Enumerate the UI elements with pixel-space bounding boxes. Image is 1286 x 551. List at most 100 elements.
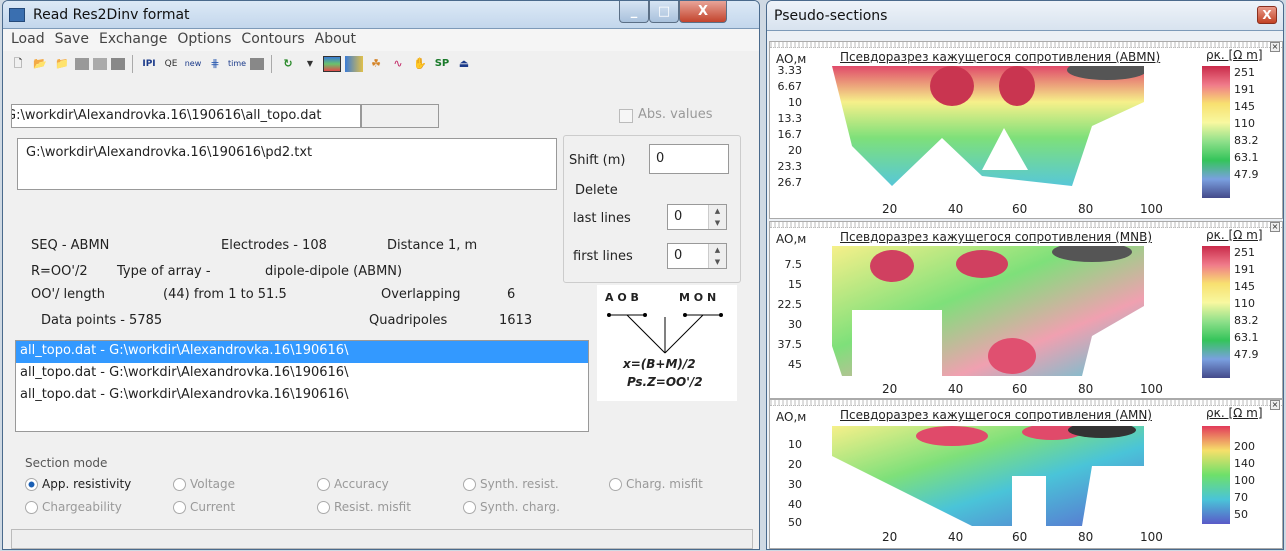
ipi-icon[interactable]: IPI bbox=[140, 56, 158, 72]
last-lines-value: 0 bbox=[674, 209, 683, 224]
color-scale-bar bbox=[1202, 426, 1230, 524]
exit-icon[interactable]: ⏏ bbox=[455, 56, 473, 72]
radio-chargeability[interactable]: Chargeability bbox=[25, 500, 122, 514]
data-points-label: Data points - 5785 bbox=[41, 313, 163, 328]
abs-values-label: Abs. values bbox=[638, 107, 713, 122]
y-tick: 23.3 bbox=[777, 160, 803, 173]
y-tick: 7.5 bbox=[784, 258, 803, 271]
window-title: Read Res2Dinv format bbox=[33, 7, 190, 23]
curve-icon[interactable]: ∿ bbox=[389, 56, 407, 72]
chart-title: Псевдоразрез кажущегося сопротивления (A… bbox=[840, 408, 1152, 422]
close-icon[interactable]: × bbox=[1270, 222, 1280, 232]
spinner-arrows-icon[interactable]: ▲ ▼ bbox=[708, 205, 726, 229]
grid-icon[interactable] bbox=[93, 58, 107, 70]
radio-label: Charg. misfit bbox=[626, 477, 703, 491]
radio-voltage[interactable]: Voltage bbox=[173, 477, 235, 491]
legend-value: 251 bbox=[1234, 66, 1255, 79]
file-path-box[interactable]: G:\workdir\Alexandrovka.16\190616\pd2.tx… bbox=[17, 138, 557, 190]
table-icon[interactable] bbox=[75, 58, 89, 70]
delete-label: Delete bbox=[575, 183, 618, 198]
color-scale-bar bbox=[1202, 66, 1230, 198]
list-item[interactable]: all_topo.dat - G:\workdir\Alexandrovka.1… bbox=[16, 341, 588, 363]
path-field[interactable]: G:\workdir\Alexandrovka.16\190616\all_to… bbox=[11, 104, 361, 128]
legend-value: 100 bbox=[1234, 474, 1255, 487]
y-tick: 30 bbox=[788, 318, 802, 331]
close-icon[interactable]: × bbox=[1270, 42, 1280, 52]
legend-value: 200 bbox=[1234, 440, 1255, 453]
list-item[interactable]: all_topo.dat - G:\workdir\Alexandrovka.1… bbox=[16, 363, 588, 385]
legend-values: 251 191 145 110 83.2 63.1 47.9 bbox=[1234, 244, 1259, 363]
chart-title: Псевдоразрез кажущегося сопротивления (A… bbox=[840, 50, 1161, 64]
contour-icon[interactable] bbox=[345, 56, 363, 72]
quadripoles-value: 1613 bbox=[499, 313, 533, 328]
legend-value: 83.2 bbox=[1234, 314, 1259, 327]
type-of-array-label: Type of array - bbox=[117, 264, 211, 279]
minimize-button[interactable]: _ bbox=[619, 1, 649, 23]
last-lines-spinner[interactable]: 0 ▲ ▼ bbox=[667, 204, 727, 230]
open-folder-icon[interactable]: 📂 bbox=[31, 56, 49, 72]
legend-value: 50 bbox=[1234, 508, 1248, 521]
stop-icon[interactable] bbox=[250, 58, 264, 70]
close-button[interactable]: X bbox=[1257, 6, 1277, 24]
x-tick: 60 bbox=[1012, 202, 1028, 216]
last-lines-label: last lines bbox=[573, 211, 631, 226]
y-tick: 22.5 bbox=[777, 298, 803, 311]
list-item[interactable]: all_topo.dat - G:\workdir\Alexandrovka.1… bbox=[16, 385, 588, 407]
close-icon[interactable]: × bbox=[1270, 400, 1280, 410]
qe-icon[interactable]: QE bbox=[162, 56, 180, 72]
time-icon[interactable]: time bbox=[228, 56, 246, 72]
radio-synth-charg[interactable]: Synth. charg. bbox=[463, 500, 560, 514]
image-icon[interactable] bbox=[111, 58, 125, 70]
quadripoles-label: Quadripoles bbox=[369, 313, 448, 328]
radio-label: App. resistivity bbox=[42, 477, 132, 491]
pseudosection-chart-amn: × AO,м Псевдоразрез кажущегося сопротивл… bbox=[769, 399, 1283, 549]
radio-charg-misfit[interactable]: Charg. misfit bbox=[609, 477, 703, 491]
x-tick: 40 bbox=[948, 202, 964, 216]
filter-icon[interactable]: ⋕ bbox=[206, 56, 224, 72]
new-model-icon[interactable]: new bbox=[184, 56, 202, 72]
radio-app-resistivity[interactable]: App. resistivity bbox=[25, 477, 131, 491]
close-button[interactable]: X bbox=[679, 1, 727, 23]
formula-x: x=(B+M)/2 bbox=[623, 357, 696, 371]
title-bar[interactable]: Pseudo-sections X bbox=[767, 1, 1283, 31]
spinner-arrows-icon[interactable]: ▲ ▼ bbox=[708, 244, 726, 268]
toolbar: 🗋 📂 📁 IPI QE new ⋕ time ↻ ▼ ☘ ∿ ✋ SP ⏏ bbox=[3, 51, 759, 77]
hand-icon[interactable]: ✋ bbox=[411, 56, 429, 72]
path-extra-field bbox=[361, 104, 439, 128]
radio-dot-icon bbox=[173, 500, 186, 514]
menu-about[interactable]: About bbox=[315, 31, 356, 49]
shift-input[interactable]: 0 bbox=[649, 144, 729, 174]
chevron-down-icon[interactable]: ▼ bbox=[301, 56, 319, 72]
legend-value: 191 bbox=[1234, 83, 1255, 96]
y-tick: 3.33 bbox=[777, 64, 803, 77]
maximize-button[interactable]: □ bbox=[649, 1, 679, 23]
legend-value: 83.2 bbox=[1234, 134, 1259, 147]
y-axis-label: AO,м bbox=[776, 410, 807, 424]
menu-save[interactable]: Save bbox=[55, 31, 89, 49]
y-axis-label: AO,м bbox=[776, 232, 807, 246]
sp-icon[interactable]: SP bbox=[433, 56, 451, 72]
legend-value: 70 bbox=[1234, 491, 1248, 504]
x-tick: 20 bbox=[882, 202, 898, 216]
file-path-text: G:\workdir\Alexandrovka.16\190616\pd2.tx… bbox=[26, 145, 313, 160]
menu-options[interactable]: Options bbox=[177, 31, 231, 49]
radio-accuracy[interactable]: Accuracy bbox=[317, 477, 389, 491]
menu-contours[interactable]: Contours bbox=[241, 31, 304, 49]
abs-values-checkbox[interactable] bbox=[619, 109, 633, 123]
open-add-icon[interactable]: 📁 bbox=[53, 56, 71, 72]
radio-current[interactable]: Current bbox=[173, 500, 235, 514]
menu-load[interactable]: Load bbox=[11, 31, 45, 49]
menu-exchange[interactable]: Exchange bbox=[99, 31, 167, 49]
radio-label: Resist. misfit bbox=[334, 500, 411, 514]
x-tick: 40 bbox=[948, 382, 964, 396]
radio-synth-resist[interactable]: Synth. resist. bbox=[463, 477, 559, 491]
radio-resist-misfit[interactable]: Resist. misfit bbox=[317, 500, 411, 514]
pseudosection-icon[interactable] bbox=[323, 56, 341, 72]
colors-icon[interactable]: ☘ bbox=[367, 56, 385, 72]
first-lines-spinner[interactable]: 0 ▲ ▼ bbox=[667, 243, 727, 269]
refresh-icon[interactable]: ↻ bbox=[279, 56, 297, 72]
files-list: all_topo.dat - G:\workdir\Alexandrovka.1… bbox=[15, 340, 589, 432]
new-file-icon[interactable]: 🗋 bbox=[9, 56, 27, 72]
formula-psz: Ps.Z=OO'/2 bbox=[627, 375, 703, 389]
title-bar[interactable]: Read Res2Dinv format _ □ X bbox=[3, 1, 759, 29]
